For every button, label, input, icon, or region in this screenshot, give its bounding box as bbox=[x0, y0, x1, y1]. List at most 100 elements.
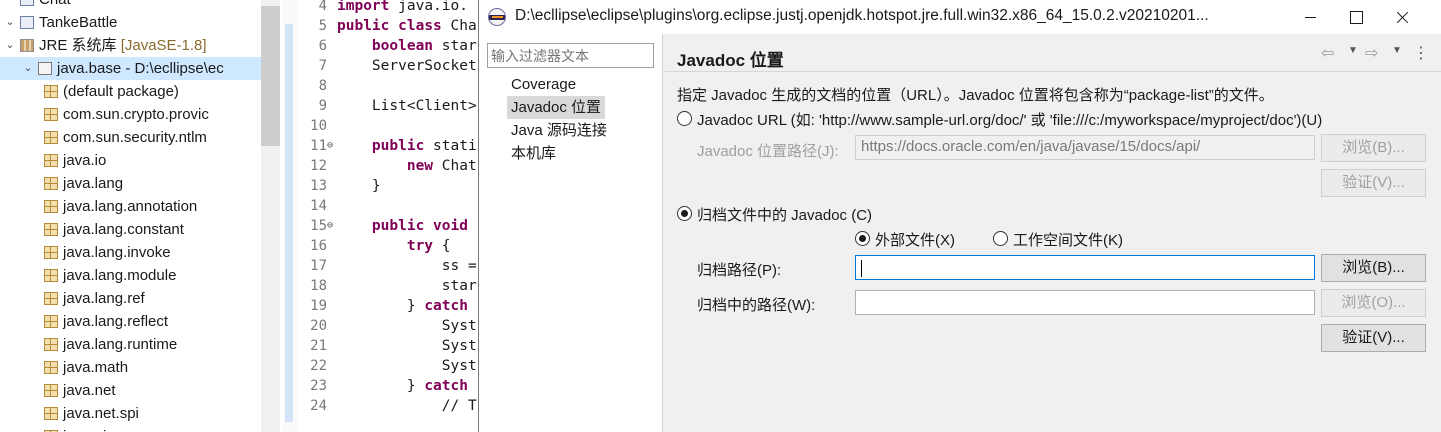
code-line[interactable]: 20 Syst bbox=[283, 316, 481, 336]
tree-item[interactable]: java.lang.module bbox=[0, 264, 261, 287]
back-arrow-icon[interactable]: ⇦ bbox=[1321, 43, 1334, 63]
code-line[interactable]: 7 ServerSocket bbox=[283, 56, 481, 76]
package-icon bbox=[44, 246, 58, 259]
package-icon bbox=[44, 85, 58, 98]
code-line[interactable]: 6 boolean star bbox=[283, 36, 481, 56]
tree-item[interactable]: Chat bbox=[0, 0, 261, 11]
tree-item[interactable]: java.net bbox=[0, 379, 261, 402]
line-number: 17 bbox=[310, 258, 327, 274]
archive-javadoc-radio[interactable] bbox=[677, 206, 692, 221]
code-line[interactable]: 19 } catch bbox=[283, 296, 481, 316]
dialog-titlebar[interactable]: D:\ecllipse\eclipse\plugins\org.eclipse.… bbox=[479, 0, 1441, 34]
archive-javadoc-label: 归档文件中的 Javadoc (C) bbox=[697, 207, 873, 224]
tree-item-label: java.lang.annotation bbox=[63, 198, 198, 215]
code-line[interactable]: 10 bbox=[283, 116, 481, 136]
inner-path-input[interactable] bbox=[855, 290, 1315, 315]
package-icon bbox=[44, 269, 58, 282]
tree-item[interactable]: java.io bbox=[0, 149, 261, 172]
browse-archive-button[interactable]: 浏览(B)... bbox=[1321, 254, 1426, 282]
code-text: star bbox=[441, 278, 477, 294]
tree-item[interactable]: ⌄ JRE 系统库 [JavaSE-1.8] bbox=[0, 34, 261, 57]
code-text: List<Client> bbox=[371, 98, 477, 114]
code-line[interactable]: 9 List<Client> bbox=[283, 96, 481, 116]
tree-item[interactable]: java.lang.annotation bbox=[0, 195, 261, 218]
tree-item[interactable]: ⌄ TankeBattle bbox=[0, 11, 261, 34]
external-file-radio[interactable] bbox=[855, 231, 870, 246]
tree-item-label: TankeBattle bbox=[39, 14, 118, 31]
browse-inner-path-button[interactable]: 浏览(O)... bbox=[1321, 289, 1426, 317]
tree-item[interactable]: java.nio bbox=[0, 425, 261, 432]
package-icon bbox=[44, 338, 58, 351]
minimize-icon[interactable] bbox=[1287, 0, 1333, 34]
code-line[interactable]: 15 ⊖ public void bbox=[283, 216, 481, 236]
code-line[interactable]: 14 bbox=[283, 196, 481, 216]
nav-item[interactable]: Java 源码连接 bbox=[507, 119, 611, 142]
code-line[interactable]: 24 // T bbox=[283, 396, 481, 416]
workspace-file-radio[interactable] bbox=[993, 231, 1008, 246]
tree-item[interactable]: com.sun.crypto.provic bbox=[0, 103, 261, 126]
line-number: 19 bbox=[310, 298, 327, 314]
nav-item[interactable]: Coverage bbox=[507, 73, 580, 96]
line-number: 12 bbox=[310, 158, 327, 174]
filter-input[interactable] bbox=[487, 43, 654, 68]
code-text: import java.io. bbox=[337, 0, 468, 14]
tree-item[interactable]: (default package) bbox=[0, 80, 261, 103]
tree-item[interactable]: com.sun.security.ntlm bbox=[0, 126, 261, 149]
nav-item[interactable]: Javadoc 位置 bbox=[507, 96, 606, 119]
package-icon bbox=[44, 361, 58, 374]
line-number: 7 bbox=[318, 58, 327, 74]
chevron-down-icon[interactable]: ⌄ bbox=[4, 11, 16, 34]
code-text: Syst bbox=[441, 358, 477, 374]
package-icon bbox=[44, 200, 58, 213]
tree-item-label: java.lang.invoke bbox=[63, 244, 171, 261]
tree-item[interactable]: java.net.spi bbox=[0, 402, 261, 425]
tree-item[interactable]: java.lang.reflect bbox=[0, 310, 261, 333]
tree-item[interactable]: java.math bbox=[0, 356, 261, 379]
forward-arrow-icon[interactable]: ⇨ bbox=[1365, 43, 1378, 63]
line-number: 21 bbox=[310, 338, 327, 354]
code-editor[interactable]: 4 import java.io. 5 public class Cha 6 boole… bbox=[283, 0, 481, 432]
package-explorer-tree: Chat ⌄ TankeBattle ⌄ JRE 系统库 [JavaSE-1.8] ⌄ ja… bbox=[0, 0, 280, 432]
code-line[interactable]: 13 } bbox=[283, 176, 481, 196]
archive-path-input[interactable] bbox=[855, 255, 1315, 280]
validate-url-button[interactable]: 验证(V)... bbox=[1321, 169, 1426, 197]
javadoc-url-radio[interactable] bbox=[677, 111, 692, 126]
code-line[interactable]: 12 new Chat bbox=[283, 156, 481, 176]
code-line[interactable]: 8 bbox=[283, 76, 481, 96]
code-line[interactable]: 11 ⊖ public stati bbox=[283, 136, 481, 156]
tree-item[interactable]: ⌄ java.base - D:\ecllipse\ec bbox=[0, 57, 261, 80]
tree-item[interactable]: java.lang.runtime bbox=[0, 333, 261, 356]
package-icon bbox=[44, 407, 58, 420]
tree-item-label: com.sun.crypto.provic bbox=[63, 106, 209, 123]
fold-toggle-icon[interactable]: ⊖ bbox=[327, 216, 333, 236]
tree-item[interactable]: java.lang.ref bbox=[0, 287, 261, 310]
maximize-icon[interactable] bbox=[1333, 0, 1379, 34]
package-icon bbox=[44, 154, 58, 167]
chevron-down-icon[interactable]: ▼ bbox=[1348, 45, 1358, 56]
browse-url-button[interactable]: 浏览(B)... bbox=[1321, 134, 1426, 162]
project-icon bbox=[20, 16, 34, 29]
code-line[interactable]: 22 Syst bbox=[283, 356, 481, 376]
code-line[interactable]: 4 import java.io. bbox=[283, 0, 481, 16]
code-line[interactable]: 16 try { bbox=[283, 236, 481, 256]
fold-toggle-icon[interactable]: ⊖ bbox=[327, 136, 333, 156]
chevron-down-icon[interactable]: ⌄ bbox=[22, 57, 34, 80]
code-text: } bbox=[337, 178, 381, 194]
javadoc-path-field[interactable]: https://docs.oracle.com/en/java/javase/1… bbox=[855, 135, 1315, 160]
eclipse-logo-icon bbox=[488, 8, 506, 26]
code-line[interactable]: 18 star bbox=[283, 276, 481, 296]
code-line[interactable]: 5 public class Cha bbox=[283, 16, 481, 36]
tree-item[interactable]: java.lang bbox=[0, 172, 261, 195]
code-line[interactable]: 21 Syst bbox=[283, 336, 481, 356]
tree-scrollbar-thumb[interactable] bbox=[261, 6, 280, 146]
close-icon[interactable] bbox=[1379, 0, 1425, 34]
code-line[interactable]: 17 ss = bbox=[283, 256, 481, 276]
tree-item[interactable]: java.lang.invoke bbox=[0, 241, 261, 264]
validate-archive-button[interactable]: 验证(V)... bbox=[1321, 324, 1426, 352]
chevron-down-icon[interactable]: ⌄ bbox=[4, 34, 16, 57]
tree-item[interactable]: java.lang.constant bbox=[0, 218, 261, 241]
chevron-down-icon[interactable]: ▼ bbox=[1392, 45, 1402, 56]
more-vertical-icon[interactable]: ⋮ bbox=[1413, 43, 1429, 63]
nav-item[interactable]: 本机库 bbox=[507, 142, 560, 165]
code-line[interactable]: 23 } catch bbox=[283, 376, 481, 396]
